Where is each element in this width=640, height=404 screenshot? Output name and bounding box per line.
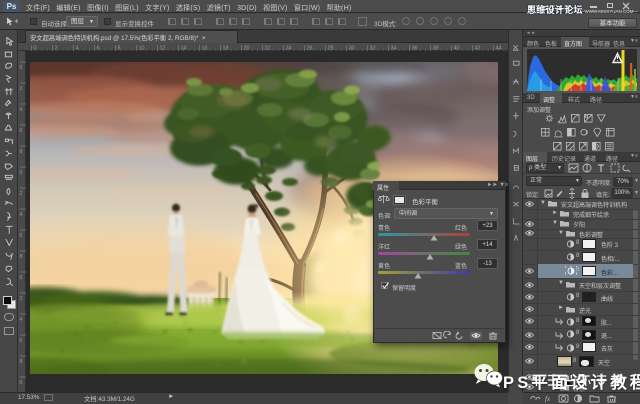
svg-text:2: 2 <box>20 191 23 197</box>
svg-text:8: 8 <box>20 254 23 260</box>
svg-text:fx: fx <box>545 395 551 403</box>
svg-text:0: 0 <box>20 275 23 281</box>
svg-text:6: 6 <box>20 128 23 134</box>
svg-text:4: 4 <box>20 107 23 113</box>
svg-text:0: 0 <box>20 170 23 176</box>
svg-text:2: 2 <box>20 86 23 92</box>
svg-text:4: 4 <box>20 212 23 218</box>
svg-text:6: 6 <box>20 233 23 239</box>
svg-text:4: 4 <box>20 317 23 323</box>
svg-text:6: 6 <box>20 338 23 344</box>
svg-text:8: 8 <box>20 359 23 365</box>
svg-text:0: 0 <box>20 380 23 386</box>
svg-text:0: 0 <box>20 65 23 71</box>
svg-text:2: 2 <box>20 296 23 302</box>
svg-text:8: 8 <box>20 149 23 155</box>
